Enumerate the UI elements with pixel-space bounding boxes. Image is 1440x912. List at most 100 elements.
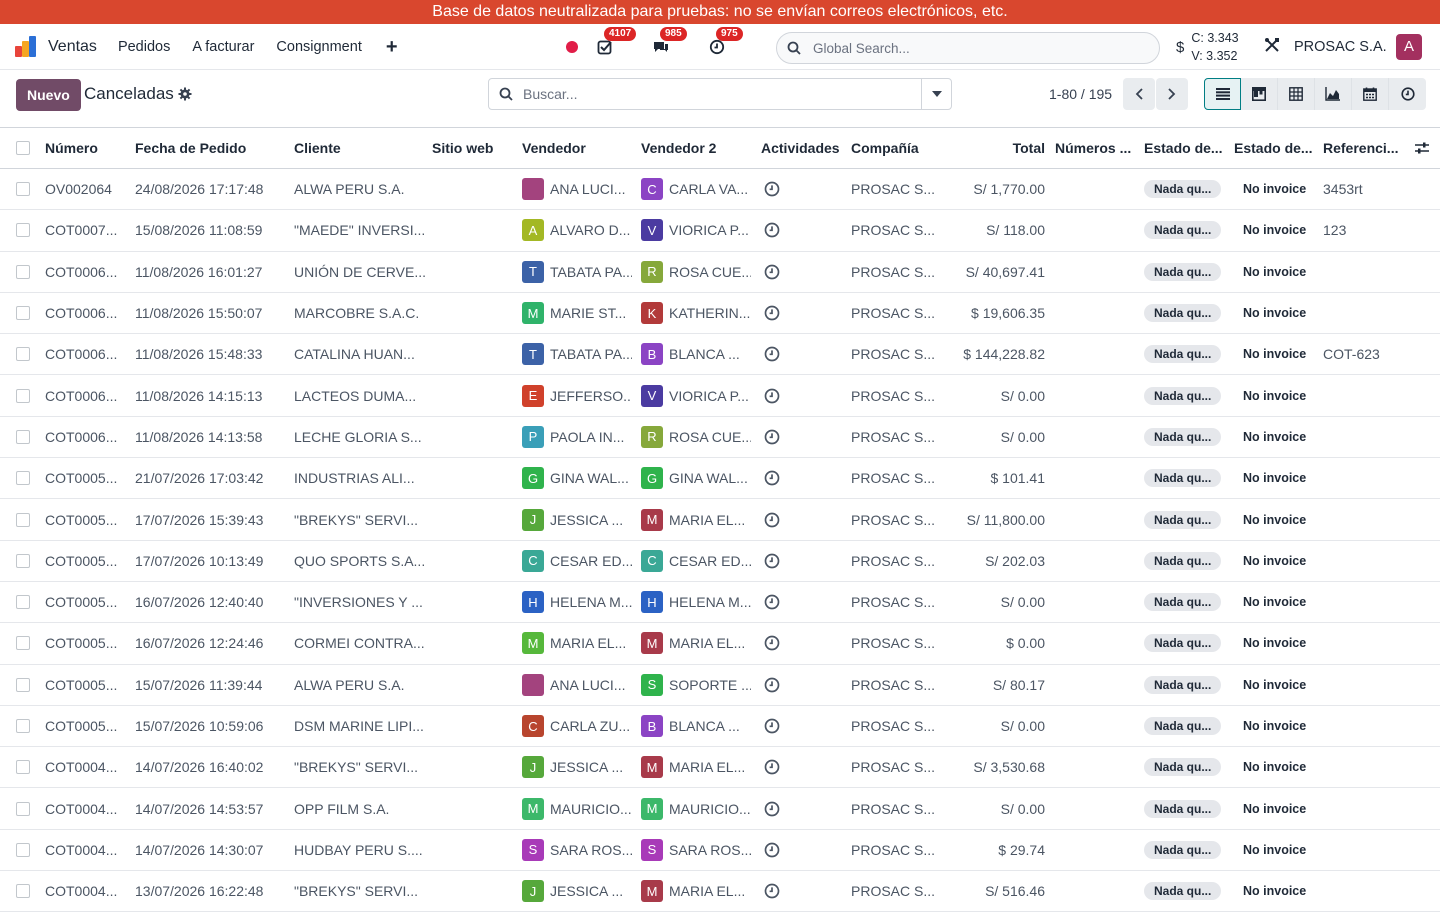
add-menu-plus-icon[interactable]: + [386, 37, 398, 57]
column-vendedor-2[interactable]: Vendedor 2 [641, 128, 751, 168]
gear-icon[interactable] [178, 87, 192, 101]
exchange-rate-widget[interactable]: $ C: 3.343 V: 3.352 [1176, 28, 1239, 66]
select-all-checkbox[interactable] [16, 141, 30, 155]
column-actividades[interactable]: Actividades [761, 128, 845, 168]
order-total: $ 144,228.82 [963, 346, 1045, 363]
sales-app-icon[interactable] [14, 35, 38, 59]
table-row[interactable]: COT0005... 17/07/2026 15:39:43 "BREKYS" … [0, 499, 1440, 541]
column-numero[interactable]: Número [45, 128, 131, 168]
recording-dot-icon[interactable] [566, 41, 578, 53]
search-bar[interactable] [488, 78, 952, 110]
activity-clock-icon[interactable] [764, 582, 784, 622]
row-checkbox[interactable] [16, 471, 30, 486]
column-estado-1[interactable]: Estado de... [1144, 128, 1228, 168]
table-row[interactable]: COT0006... 11/08/2026 15:48:33 CATALINA … [0, 334, 1440, 376]
row-checkbox[interactable] [16, 842, 30, 857]
global-search-input[interactable] [813, 40, 1133, 56]
table-row[interactable]: COT0007... 15/08/2026 11:08:59 "MAEDE" I… [0, 210, 1440, 252]
graph-view-button[interactable] [1315, 78, 1352, 110]
row-checkbox[interactable] [16, 388, 30, 403]
pager-value[interactable]: 1-80 / 195 [1049, 86, 1112, 102]
activity-clock-icon[interactable] [764, 417, 784, 457]
table-row[interactable]: COT0004... 14/07/2026 14:30:07 HUDBAY PE… [0, 830, 1440, 872]
activities-checkbox-icon[interactable]: 4107 [594, 27, 637, 58]
column-vendedor[interactable]: Vendedor [522, 128, 632, 168]
row-checkbox[interactable] [16, 553, 30, 568]
list-view-button[interactable] [1204, 78, 1241, 110]
row-checkbox[interactable] [16, 719, 30, 733]
table-row[interactable]: COT0005... 17/07/2026 10:13:49 QUO SPORT… [0, 541, 1440, 582]
row-checkbox[interactable] [16, 760, 30, 775]
table-row[interactable]: COT0004... 14/07/2026 14:53:57 OPP FILM … [0, 788, 1440, 830]
activity-clock-icon[interactable] [764, 706, 784, 746]
activity-clock-icon[interactable] [764, 458, 784, 498]
table-row[interactable]: COT0005... 15/07/2026 11:39:44 ALWA PERU… [0, 665, 1440, 706]
row-checkbox[interactable] [16, 347, 30, 362]
optional-columns-toggle[interactable] [1414, 128, 1432, 168]
debug-tools-icon[interactable] [1264, 37, 1280, 56]
column-compania[interactable]: Compañía [851, 128, 935, 168]
menu-consignment[interactable]: Consignment [276, 39, 361, 55]
row-checkbox[interactable] [16, 223, 30, 238]
user-avatar[interactable]: A [1396, 34, 1422, 60]
activity-clock-icon[interactable] [764, 871, 784, 911]
pager-next-button[interactable] [1156, 78, 1188, 110]
search-input[interactable] [523, 86, 903, 102]
row-checkbox[interactable] [16, 636, 30, 651]
row-checkbox[interactable] [16, 884, 30, 899]
activity-clock-icon[interactable] [764, 210, 784, 250]
calendar-view-button[interactable] [1352, 78, 1389, 110]
row-checkbox[interactable] [16, 429, 30, 444]
new-button[interactable]: Nuevo [16, 79, 81, 111]
global-search[interactable] [776, 32, 1160, 64]
table-row[interactable]: COT0004... 13/07/2026 16:22:48 "BREKYS" … [0, 871, 1440, 912]
activity-clock-icon[interactable] [764, 169, 784, 209]
activity-clock-icon[interactable] [764, 375, 784, 415]
activity-clock-icon[interactable] [764, 665, 784, 705]
search-options-toggle[interactable] [921, 79, 951, 109]
table-row[interactable]: COT0006... 11/08/2026 14:13:58 LECHE GLO… [0, 417, 1440, 459]
pager-previous-button[interactable] [1123, 78, 1155, 110]
menu-a-facturar[interactable]: A facturar [192, 39, 254, 55]
column-numeros[interactable]: Números ... [1055, 128, 1139, 168]
activity-clock-icon[interactable] [764, 788, 784, 828]
activity-clock-icon[interactable] [764, 747, 784, 787]
activity-clock-icon[interactable] [764, 499, 784, 539]
activity-clock-icon[interactable] [764, 252, 784, 292]
column-referencia[interactable]: Referenci... [1323, 128, 1403, 168]
table-row[interactable]: OV002064 24/08/2026 17:17:48 ALWA PERU S… [0, 169, 1440, 211]
row-checkbox[interactable] [16, 677, 30, 692]
app-name[interactable]: Ventas [48, 38, 97, 56]
row-checkbox[interactable] [16, 595, 30, 610]
table-row[interactable]: COT0006... 11/08/2026 15:50:07 MARCOBRE … [0, 293, 1440, 335]
activity-clock-icon[interactable] [764, 334, 784, 374]
table-row[interactable]: COT0005... 21/07/2026 17:03:42 INDUSTRIA… [0, 458, 1440, 500]
table-row[interactable]: COT0005... 16/07/2026 12:40:40 "INVERSIO… [0, 582, 1440, 624]
menu-pedidos[interactable]: Pedidos [118, 39, 170, 55]
activity-clock-icon[interactable] [764, 830, 784, 870]
row-checkbox[interactable] [16, 182, 30, 197]
column-estado-2[interactable]: Estado de... [1234, 128, 1318, 168]
row-checkbox[interactable] [16, 512, 30, 527]
table-row[interactable]: COT0005... 15/07/2026 10:59:06 DSM MARIN… [0, 706, 1440, 748]
row-checkbox[interactable] [16, 306, 30, 321]
column-total[interactable]: Total [940, 128, 1045, 168]
column-fecha-pedido[interactable]: Fecha de Pedido [135, 128, 285, 168]
company-switcher[interactable]: PROSAC S.A. [1294, 24, 1387, 70]
activity-clock-icon[interactable] [764, 293, 784, 333]
pivot-view-button[interactable] [1278, 78, 1315, 110]
column-sitio-web[interactable]: Sitio web [432, 128, 516, 168]
table-row[interactable]: COT0006... 11/08/2026 14:15:13 LACTEOS D… [0, 375, 1440, 417]
table-row[interactable]: COT0005... 16/07/2026 12:24:46 CORMEI CO… [0, 623, 1440, 665]
kanban-view-button[interactable] [1241, 78, 1278, 110]
activity-clock-icon[interactable] [764, 623, 784, 663]
table-row[interactable]: COT0006... 11/08/2026 16:01:27 UNIÓN DE … [0, 252, 1440, 293]
row-checkbox[interactable] [16, 801, 30, 816]
clock-activity-icon[interactable]: 975 [706, 27, 743, 58]
table-row[interactable]: COT0004... 14/07/2026 16:40:02 "BREKYS" … [0, 747, 1440, 789]
activity-view-button[interactable] [1389, 78, 1426, 110]
messages-chat-icon[interactable]: 985 [650, 27, 687, 58]
activity-clock-icon[interactable] [764, 541, 784, 581]
column-cliente[interactable]: Cliente [294, 128, 424, 168]
row-checkbox[interactable] [16, 264, 30, 279]
